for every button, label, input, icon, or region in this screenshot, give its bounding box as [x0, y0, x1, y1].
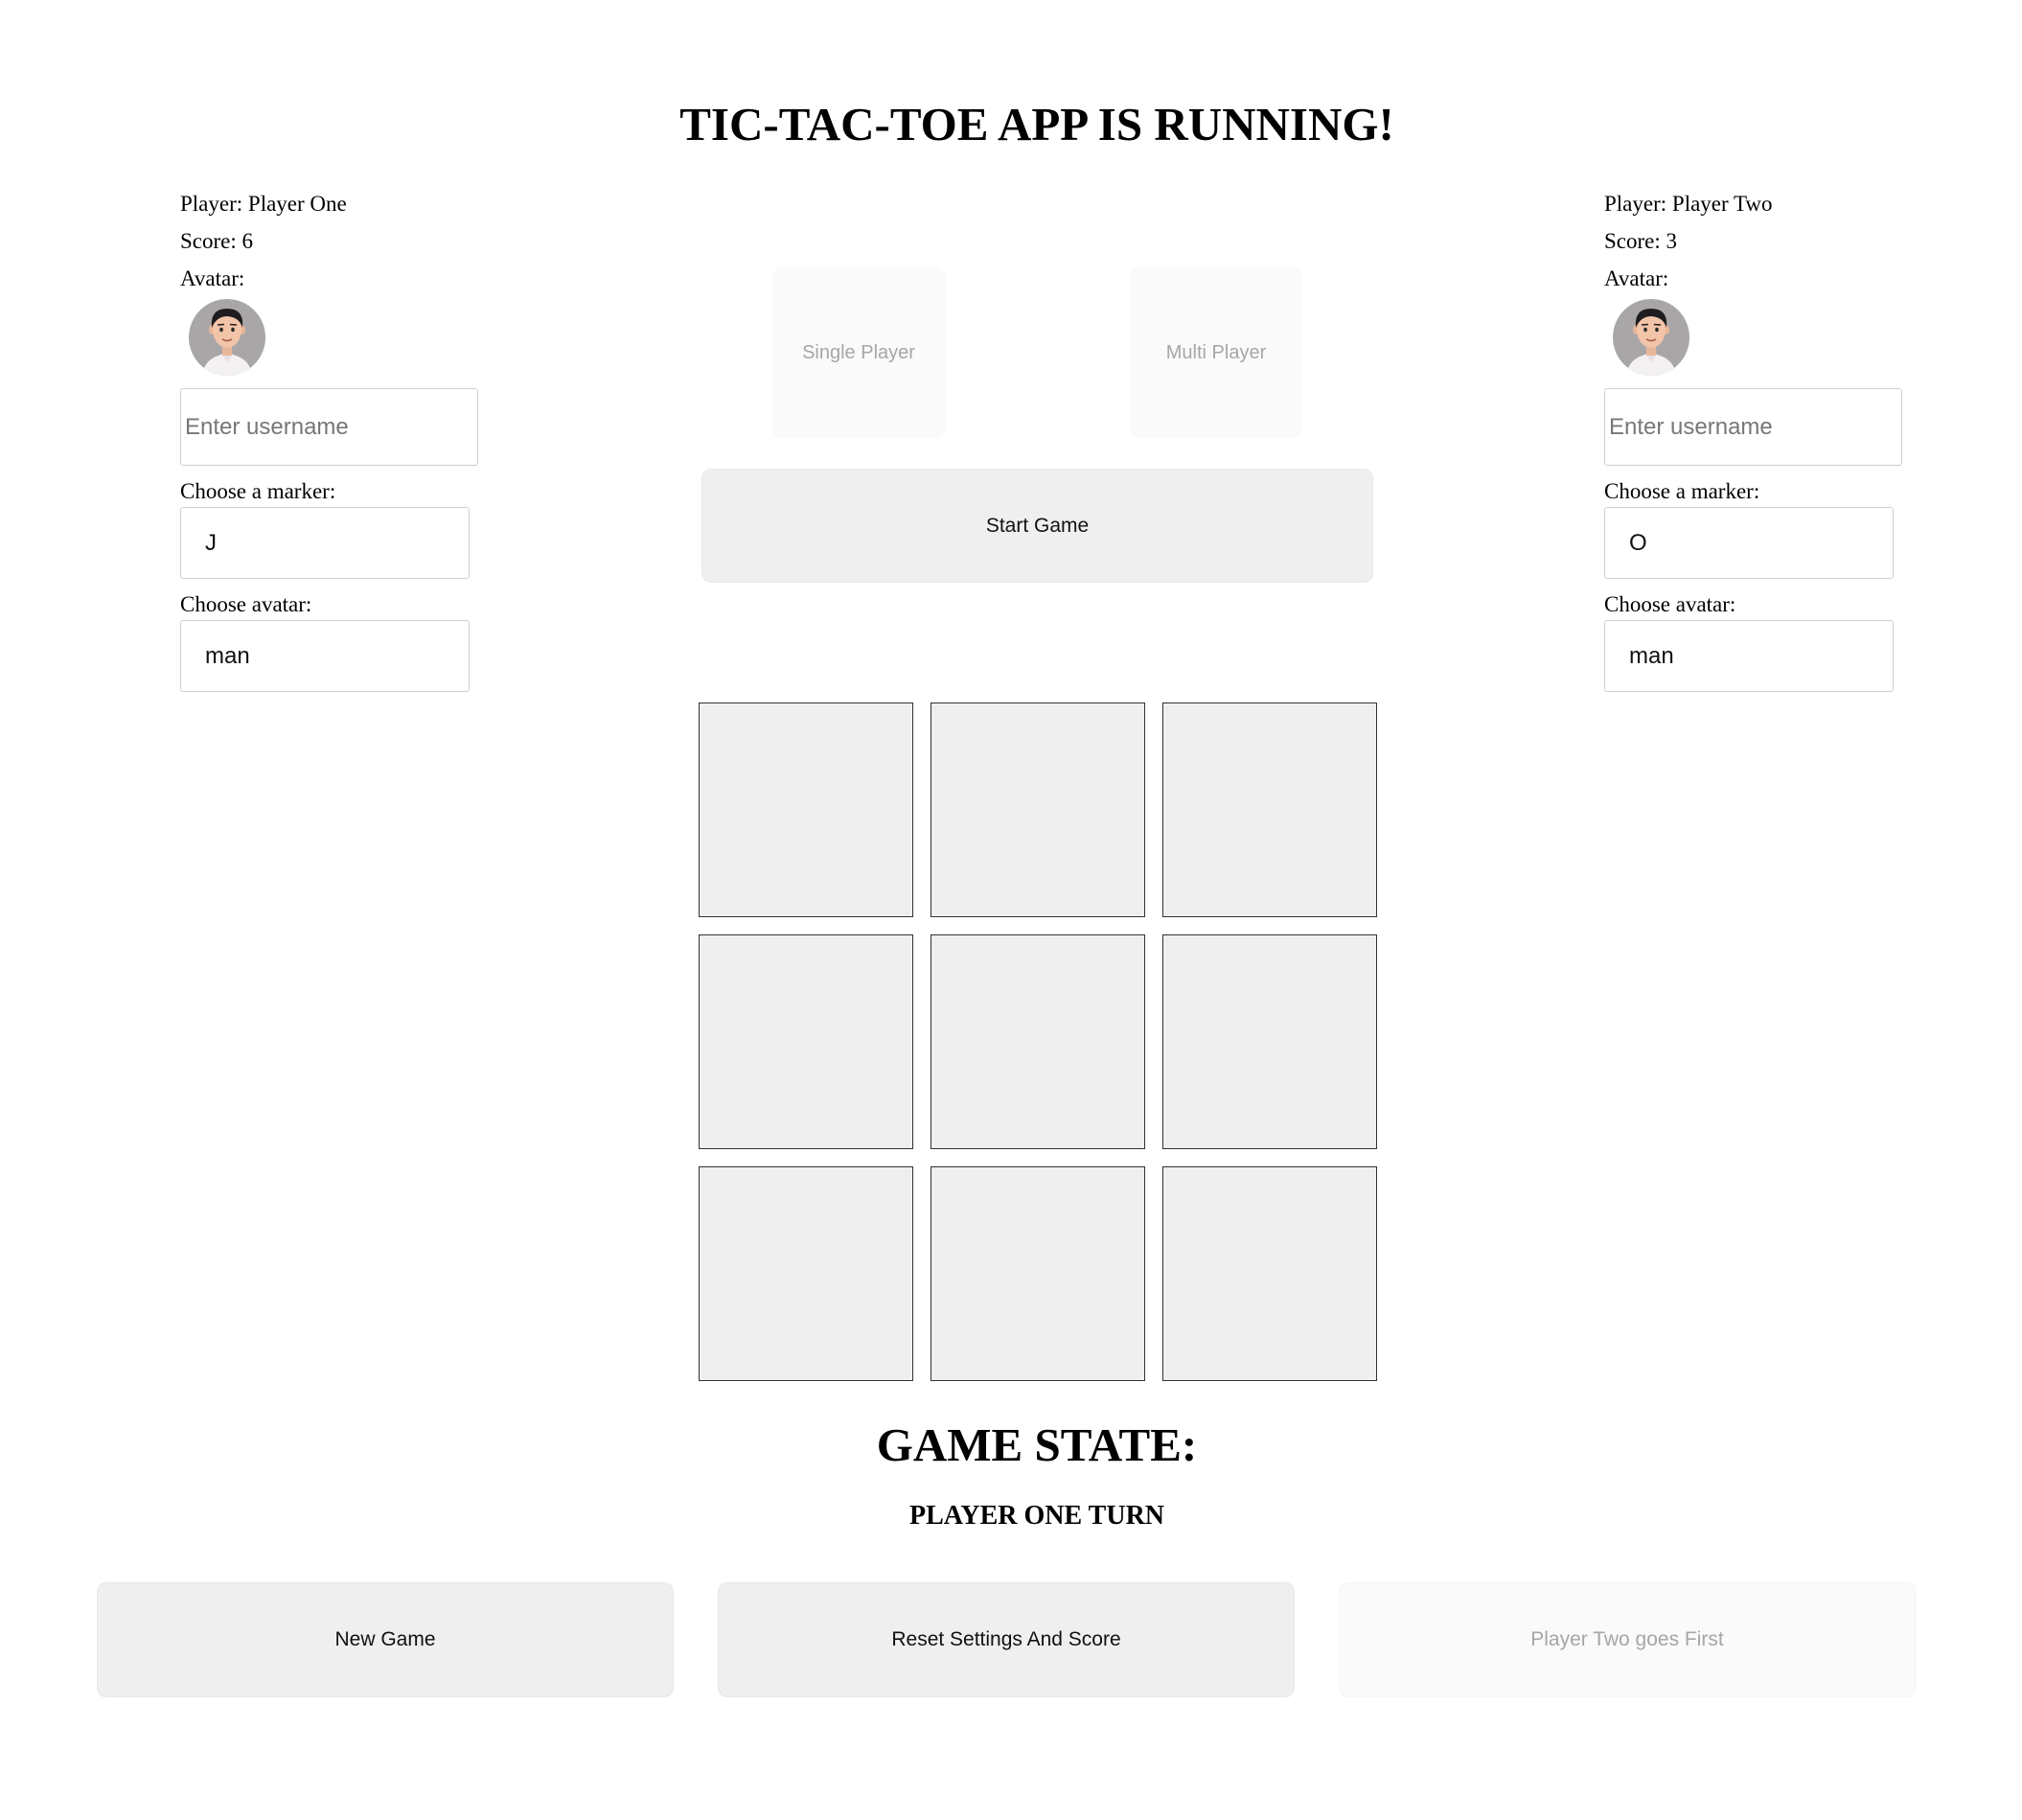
page-title: TIC-TAC-TOE APP IS RUNNING! [679, 98, 1394, 150]
player-two-avatar-label: Avatar: [1604, 266, 1669, 290]
board-cell[interactable] [1162, 934, 1377, 1149]
new-game-button[interactable]: New Game [97, 1582, 674, 1697]
game-board [699, 703, 1377, 1381]
game-state-title: GAME STATE: [876, 1418, 1198, 1471]
player-two-avatar-select-label: Choose avatar: [1604, 592, 1736, 616]
board-cell[interactable] [699, 934, 913, 1149]
player-two-score: Score: 3 [1604, 229, 1678, 253]
game-state-status: PLAYER ONE TURN [908, 1501, 1165, 1531]
board-cell[interactable] [1162, 1166, 1377, 1381]
single-player-button[interactable]: Single Player [772, 267, 945, 438]
board-cell[interactable] [931, 703, 1145, 917]
man-avatar-icon [1613, 299, 1689, 376]
player-two-marker-label: Choose a marker: [1604, 479, 1760, 503]
player-two-username-input[interactable] [1604, 388, 1902, 466]
player-two-avatar-select[interactable]: man [1604, 620, 1894, 692]
player-one-score: Score: 6 [180, 229, 254, 253]
player-two-name: Player: Player Two [1604, 192, 1773, 216]
board-cell[interactable] [699, 703, 913, 917]
multi-player-button[interactable]: Multi Player [1130, 267, 1302, 438]
player-two-first-button[interactable]: Player Two goes First [1339, 1582, 1916, 1697]
board-cell[interactable] [699, 1166, 913, 1381]
start-game-button[interactable]: Start Game [701, 469, 1373, 583]
board-cell[interactable] [1162, 703, 1377, 917]
board-cell[interactable] [931, 934, 1145, 1149]
player-one-panel: Player: Player One Score: 6 Avatar: Choo… [180, 185, 478, 692]
player-one-name: Player: Player One [180, 192, 347, 216]
player-two-panel: Player: Player Two Score: 3 Avatar: Choo… [1604, 185, 1902, 692]
player-one-avatar-select[interactable]: man [180, 620, 470, 692]
player-one-avatar-label: Avatar: [180, 266, 245, 290]
player-one-marker-select[interactable]: J [180, 507, 470, 579]
player-one-avatar-select-label: Choose avatar: [180, 592, 312, 616]
board-cell[interactable] [931, 1166, 1145, 1381]
man-avatar-icon [189, 299, 265, 376]
reset-settings-button[interactable]: Reset Settings And Score [718, 1582, 1295, 1697]
player-two-marker-select[interactable]: O [1604, 507, 1894, 579]
player-one-marker-label: Choose a marker: [180, 479, 336, 503]
player-one-username-input[interactable] [180, 388, 478, 466]
